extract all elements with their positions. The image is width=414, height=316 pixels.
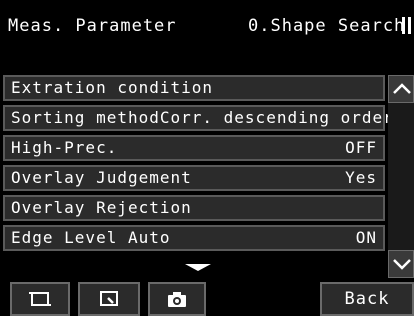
frame-button[interactable] [10, 282, 70, 316]
row-value: ON [355, 228, 377, 247]
chevron-down-icon [393, 259, 411, 270]
row-overlay-judgement[interactable]: Overlay Judgement Yes [3, 165, 385, 191]
row-value: OFF [345, 138, 377, 157]
menu-bars-icon[interactable] [400, 17, 414, 34]
row-label: Edge Level Auto [11, 228, 171, 247]
zoom-region-icon [100, 291, 118, 306]
row-label: Overlay Judgement [11, 168, 192, 187]
scroll-down-button[interactable] [388, 250, 414, 278]
mode-label: 0.Shape Search [248, 16, 406, 36]
row-label: Sorting methodCorr. descending order [11, 108, 394, 127]
camera-icon [168, 292, 186, 307]
bottom-toolbar: Back [0, 282, 414, 316]
page-title: Meas. Parameter [8, 16, 177, 36]
row-overlay-rejection[interactable]: Overlay Rejection [3, 195, 385, 221]
row-label: Overlay Rejection [11, 198, 192, 217]
zoom-region-button[interactable] [78, 282, 140, 316]
row-extraction-condition[interactable]: Extration condition [3, 75, 385, 101]
list-scrollbar[interactable] [388, 75, 414, 278]
row-high-precision[interactable]: High-Prec. OFF [3, 135, 385, 161]
more-items-arrow-icon [185, 264, 211, 271]
camera-button[interactable] [148, 282, 206, 316]
header-bar: Meas. Parameter 0.Shape Search [0, 0, 414, 70]
row-sorting-method[interactable]: Sorting methodCorr. descending order [3, 105, 393, 131]
back-button[interactable]: Back [320, 282, 414, 316]
row-value: Yes [345, 168, 377, 187]
row-edge-level-auto[interactable]: Edge Level Auto ON [3, 225, 385, 251]
scroll-up-button[interactable] [388, 75, 414, 103]
chevron-up-icon [393, 83, 411, 94]
frame-icon [29, 292, 51, 306]
row-label: High-Prec. [11, 138, 118, 157]
row-label: Extration condition [11, 78, 214, 97]
